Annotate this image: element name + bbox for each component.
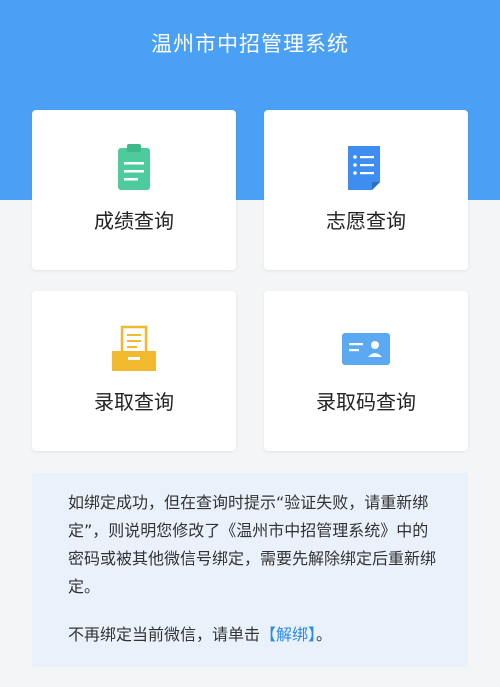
admission-code-query-label: 录取码查询	[316, 390, 416, 414]
preference-query-label: 志愿查询	[326, 209, 406, 233]
admission-query-label: 录取查询	[94, 390, 174, 414]
unbind-suffix: 。	[316, 625, 333, 644]
admission-query-card[interactable]: 录取查询	[32, 291, 236, 451]
unbind-line: 不再绑定当前微信，请单击【解绑】。	[68, 621, 440, 649]
document-list-icon	[348, 146, 380, 190]
clipboard-icon	[118, 144, 150, 190]
unbind-link[interactable]: 【解绑】	[260, 625, 316, 644]
notice-text: 如绑定成功，但在查询时提示“验证失败，请重新绑定”，则说明您修改了《温州市中招管…	[68, 493, 437, 596]
score-query-label: 成绩查询	[94, 209, 174, 233]
notice-box: 如绑定成功，但在查询时提示“验证失败，请重新绑定”，则说明您修改了《温州市中招管…	[32, 473, 468, 667]
page-title: 温州市中招管理系统	[151, 32, 349, 56]
unbind-prefix: 不再绑定当前微信，请单击	[68, 625, 261, 644]
admission-code-query-card[interactable]: 录取码查询	[264, 291, 468, 451]
id-card-icon	[342, 333, 390, 365]
score-query-card[interactable]: 成绩查询	[32, 110, 236, 270]
inbox-tray-icon	[112, 325, 156, 371]
preference-query-card[interactable]: 志愿查询	[264, 110, 468, 270]
